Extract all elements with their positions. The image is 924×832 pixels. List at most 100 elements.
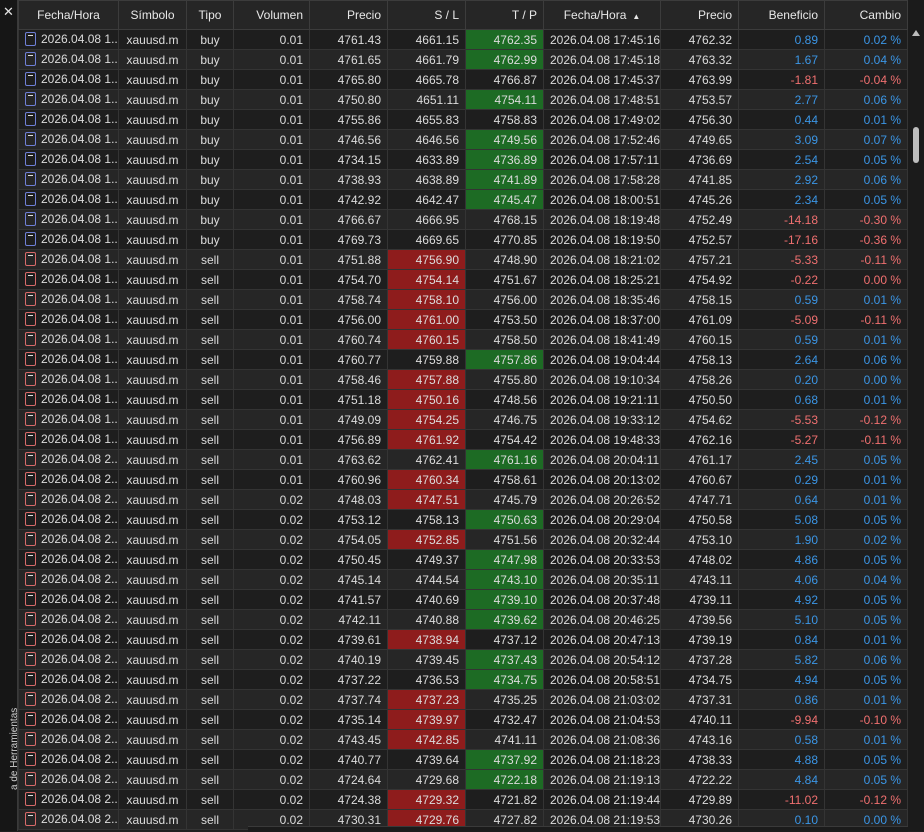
cell-tp-value: 4732.47 — [493, 712, 537, 727]
cell-profit: 0.64 — [738, 489, 825, 510]
col-open-price[interactable]: Precio — [309, 0, 388, 30]
table-row[interactable]: 2026.04.08 1... xauusd.m buy 0.01 4746.56 464… — [18, 129, 908, 150]
table-row[interactable]: 2026.04.08 2... xauusd.m sell 0.02 4742.11 47… — [18, 609, 908, 630]
table-row[interactable]: 2026.04.08 2... xauusd.m sell 0.02 4754.05 47… — [18, 529, 908, 550]
table-row[interactable]: 2026.04.08 2... xauusd.m sell 0.02 4739.61 47… — [18, 629, 908, 650]
table-row[interactable]: 2026.04.08 1... xauusd.m buy 0.01 4750.80 465… — [18, 89, 908, 110]
col-symbol[interactable]: Símbolo — [118, 0, 187, 30]
table-row[interactable]: 2026.04.08 2... xauusd.m sell 0.02 4745.14 47… — [18, 569, 908, 590]
cell-sl-value: 4760.15 — [415, 332, 459, 347]
col-tp[interactable]: T / P — [465, 0, 544, 30]
table-row[interactable]: 2026.04.08 1... xauusd.m buy 0.01 4765.80 466… — [18, 69, 908, 90]
cell-volume-value: 0.02 — [279, 652, 303, 667]
table-row[interactable]: 2026.04.08 1... xauusd.m buy 0.01 4755.86 465… — [18, 109, 908, 130]
cell-close-time: 2026.04.08 21:19:13 — [543, 769, 661, 790]
col-close-time[interactable]: Fecha/Hora ▲ — [543, 0, 661, 30]
table-row[interactable]: 2026.04.08 2... xauusd.m sell 0.02 4743.45 47… — [18, 729, 908, 750]
cell-open-time: 2026.04.08 1... — [18, 309, 119, 330]
cell-change-value: -0.11 % — [860, 432, 901, 447]
cell-type-value: sell — [200, 792, 219, 807]
cell-close-time: 2026.04.08 20:58:51 — [543, 669, 661, 690]
table-row[interactable]: 2026.04.08 2... xauusd.m sell 0.02 4740.19 47… — [18, 649, 908, 670]
cell-type-value: buy — [200, 132, 220, 147]
table-row[interactable]: 2026.04.08 1... xauusd.m sell 0.01 4756.89 47… — [18, 429, 908, 450]
table-row[interactable]: 2026.04.08 2... xauusd.m sell 0.02 4724.38 47… — [18, 789, 908, 810]
table-row[interactable]: 2026.04.08 2... xauusd.m sell 0.01 4760.96 47… — [18, 469, 908, 490]
cell-type-value: buy — [200, 72, 220, 87]
col-profit[interactable]: Beneficio — [738, 0, 825, 30]
table-row[interactable]: 2026.04.08 2... xauusd.m sell 0.01 4763.62 47… — [18, 449, 908, 470]
col-open-time[interactable]: Fecha/Hora — [18, 0, 119, 30]
vertical-scrollbar[interactable] — [908, 0, 924, 831]
cell-profit-value: -5.27 — [790, 432, 818, 447]
table-row[interactable]: 2026.04.08 1... xauusd.m sell 0.01 4760.77 47… — [18, 349, 908, 370]
cell-volume-value: 0.01 — [279, 252, 303, 267]
table-row[interactable]: 2026.04.08 1... xauusd.m sell 0.01 4751.88 47… — [18, 249, 908, 270]
sell-order-icon — [25, 411, 36, 426]
table-row[interactable]: 2026.04.08 1... xauusd.m sell 0.01 4749.09 47… — [18, 409, 908, 430]
cell-sl-value: 4759.88 — [415, 352, 459, 367]
table-row[interactable]: 2026.04.08 2... xauusd.m sell 0.02 4735.14 47… — [18, 709, 908, 730]
cell-open-time-value: 2026.04.08 2... — [41, 812, 119, 827]
table-row[interactable]: 2026.04.08 2... xauusd.m sell 0.02 4748.03 47… — [18, 489, 908, 510]
cell-sl-value: 4736.53 — [415, 672, 459, 687]
cell-open-price: 4769.73 — [309, 229, 388, 250]
cell-tp-value: 4735.25 — [493, 692, 537, 707]
sell-order-icon — [25, 811, 36, 826]
table-row[interactable]: 2026.04.08 1... xauusd.m sell 0.01 4751.18 47… — [18, 389, 908, 410]
cell-sl-value: 4750.16 — [415, 392, 459, 407]
col-change[interactable]: Cambio — [824, 0, 908, 30]
cell-open-price-value: 4760.77 — [337, 352, 381, 367]
cell-open-price-value: 4740.19 — [337, 652, 381, 667]
cell-close-price-value: 4761.09 — [688, 312, 732, 327]
cell-open-time: 2026.04.08 1... — [18, 189, 119, 210]
scroll-up-icon[interactable] — [912, 30, 920, 36]
table-row[interactable]: 2026.04.08 1... xauusd.m buy 0.01 4766.67 466… — [18, 209, 908, 230]
table-row[interactable]: 2026.04.08 2... xauusd.m sell 0.02 4737.74 47… — [18, 689, 908, 710]
cell-close-price-value: 4722.22 — [688, 772, 732, 787]
table-row[interactable]: 2026.04.08 1... xauusd.m sell 0.01 4760.74 47… — [18, 329, 908, 350]
col-type[interactable]: Tipo — [186, 0, 234, 30]
table-row[interactable]: 2026.04.08 2... xauusd.m sell 0.02 4724.64 47… — [18, 769, 908, 790]
table-row[interactable]: 2026.04.08 1... xauusd.m buy 0.01 4761.43 466… — [18, 29, 908, 50]
table-row[interactable]: 2026.04.08 1... xauusd.m sell 0.01 4756.00 47… — [18, 309, 908, 330]
cell-symbol-value: xauusd.m — [126, 332, 179, 347]
table-row[interactable]: 2026.04.08 1... xauusd.m buy 0.01 4734.15 463… — [18, 149, 908, 170]
cell-type: sell — [186, 249, 234, 270]
cell-change: -0.12 % — [824, 409, 908, 430]
table-row[interactable]: 2026.04.08 2... xauusd.m sell 0.02 4741.57 47… — [18, 589, 908, 610]
table-row[interactable]: 2026.04.08 2... xauusd.m sell 0.02 4740.77 47… — [18, 749, 908, 770]
col-volume[interactable]: Volumen — [233, 0, 310, 30]
col-open-price-label: Precio — [346, 8, 381, 22]
horizontal-scrollbar[interactable] — [248, 826, 908, 832]
table-row[interactable]: 2026.04.08 1... xauusd.m sell 0.01 4758.74 47… — [18, 289, 908, 310]
cell-open-time-value: 2026.04.08 1... — [41, 72, 119, 87]
cell-profit-value: 4.92 — [794, 592, 818, 607]
cell-profit: 0.58 — [738, 729, 825, 750]
cell-open-time: 2026.04.08 2... — [18, 509, 119, 530]
table-row[interactable]: 2026.04.08 1... xauusd.m sell 0.01 4754.70 47… — [18, 269, 908, 290]
cell-open-price: 4763.62 — [309, 449, 388, 470]
table-row[interactable]: 2026.04.08 1... xauusd.m buy 0.01 4738.93 463… — [18, 169, 908, 190]
col-sl[interactable]: S / L — [387, 0, 466, 30]
col-close-price[interactable]: Precio — [660, 0, 739, 30]
scroll-thumb[interactable] — [913, 127, 919, 163]
cell-change: 0.00 % — [824, 269, 908, 290]
table-row[interactable]: 2026.04.08 1... xauusd.m buy 0.01 4742.92 464… — [18, 189, 908, 210]
table-row[interactable]: 2026.04.08 2... xauusd.m sell 0.02 4737.22 47… — [18, 669, 908, 690]
cell-open-price: 4742.92 — [309, 189, 388, 210]
cell-type-value: sell — [200, 812, 219, 827]
table-row[interactable]: 2026.04.08 2... xauusd.m sell 0.02 4750.45 47… — [18, 549, 908, 570]
table-row[interactable]: 2026.04.08 1... xauusd.m buy 0.01 4761.65 466… — [18, 49, 908, 70]
table-row[interactable]: 2026.04.08 1... xauusd.m sell 0.01 4758.46 47… — [18, 369, 908, 390]
close-icon[interactable]: ✕ — [2, 5, 15, 18]
cell-open-price-value: 4724.64 — [337, 772, 381, 787]
table-row[interactable]: 2026.04.08 1... xauusd.m buy 0.01 4769.73 466… — [18, 229, 908, 250]
cell-open-time-value: 2026.04.08 2... — [41, 532, 119, 547]
table-row[interactable]: 2026.04.08 2... xauusd.m sell 0.02 4753.12 47… — [18, 509, 908, 530]
cell-close-time: 2026.04.08 18:19:48 — [543, 209, 661, 230]
cell-tp: 4755.80 — [465, 369, 544, 390]
cell-tp: 4762.35 — [465, 29, 544, 50]
cell-volume: 0.01 — [233, 109, 310, 130]
buy-order-icon — [25, 71, 36, 86]
